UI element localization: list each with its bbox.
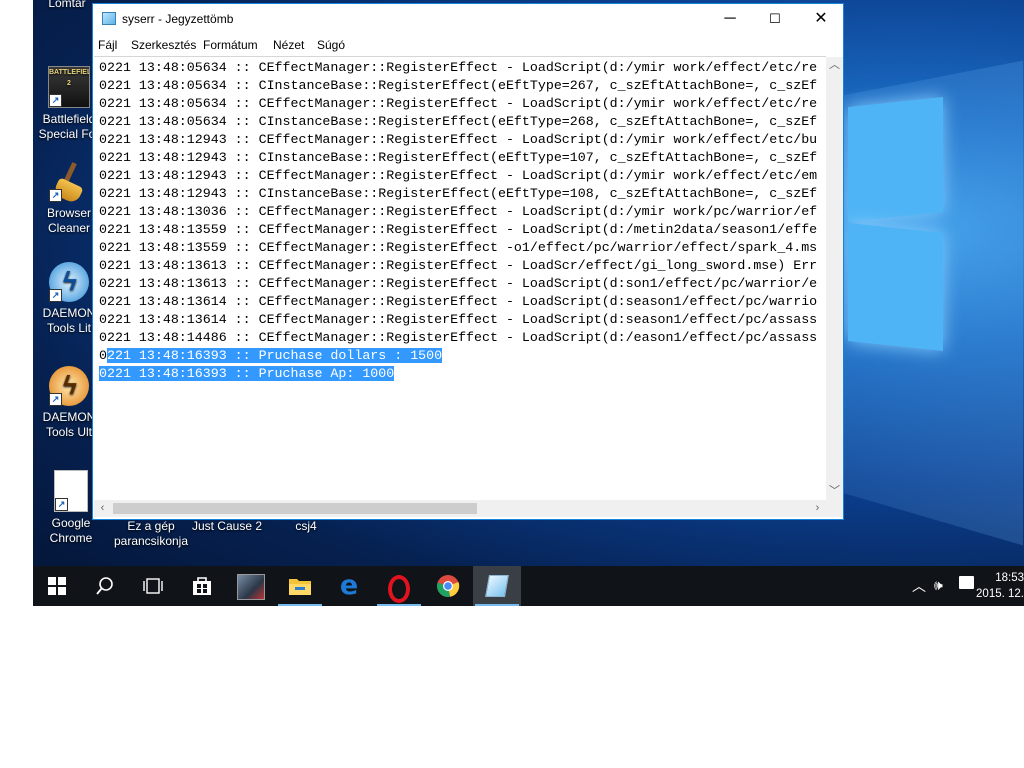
taskbar-metin2[interactable] (227, 566, 275, 606)
horizontal-scrollbar[interactable]: ‹ › (94, 500, 826, 517)
search-button[interactable] (81, 566, 129, 606)
desktop-icon-label: Ez a gép (127, 519, 175, 533)
opera-icon (388, 575, 410, 603)
log-line: 0221 13:48:12943 :: CInstanceBase::Regis… (99, 186, 818, 201)
chevron-up-icon[interactable]: ︿ (912, 576, 926, 596)
window-title: syserr - Jegyzettömb (122, 12, 234, 26)
store-icon (193, 577, 211, 595)
clock[interactable]: 18:53 2015. 12. (972, 570, 1024, 602)
edge-icon: e (339, 570, 359, 601)
taskbar-notepad[interactable] (473, 566, 521, 606)
log-line: 0221 13:48:13613 :: CEffectManager::Regi… (99, 258, 818, 273)
taskbar-edge[interactable]: e (325, 566, 373, 606)
desktop-icon-label: Just Cause 2 (191, 519, 263, 533)
speaker-icon[interactable]: 🕪 (934, 577, 943, 594)
scroll-right-icon[interactable]: › (809, 500, 826, 517)
running-indicator (278, 604, 322, 606)
taskbar: e ︿ 🕪 18:53 2015. 12. (33, 566, 1024, 606)
log-line: 0221 13:48:05634 :: CEffectManager::Regi… (99, 96, 818, 111)
desktop-icon-label: csj4 (295, 519, 317, 533)
notepad-app-icon[interactable] (102, 12, 116, 25)
log-line-prefix: 0 (99, 348, 107, 363)
log-line: 0221 13:48:14486 :: CEffectManager::Regi… (99, 330, 818, 345)
folder-icon (289, 579, 311, 595)
vertical-scrollbar[interactable]: ︿ ﹀ (826, 57, 843, 500)
clock-time: 18:53 (995, 572, 1024, 584)
wallpaper-logo-pane (848, 223, 943, 351)
log-line: 0221 13:48:05634 :: CInstanceBase::Regis… (99, 114, 818, 129)
log-lines: 0221 13:48:05634 :: CEffectManager::Regi… (99, 59, 817, 383)
log-line: 0221 13:48:12943 :: CEffectManager::Regi… (99, 132, 818, 147)
metin2-icon (237, 574, 265, 600)
taskbar-file-explorer[interactable] (276, 566, 324, 606)
desktop-icon-csj4[interactable]: csj4 (268, 519, 344, 534)
log-line: 0221 13:48:13036 :: CEffectManager::Regi… (99, 204, 818, 219)
file-icon: ↗ (54, 470, 88, 512)
shortcut-arrow-icon: ↗ (49, 393, 62, 406)
desktop-icon-this-pc[interactable]: Ez a gép parancsikonja (111, 519, 191, 549)
notepad-window: syserr - Jegyzettömb ─ ☐ ✕ Fájl Szerkesz… (92, 3, 844, 520)
taskbar-chrome[interactable] (424, 566, 472, 606)
title-bar[interactable]: syserr - Jegyzettömb ─ ☐ ✕ (93, 4, 843, 34)
battlefield-icon: BATTLEFIELD 2 ↗ (48, 66, 90, 108)
horizontal-scroll-thumb[interactable] (113, 503, 477, 514)
close-button[interactable]: ✕ (798, 4, 844, 34)
running-indicator (475, 604, 519, 606)
text-editor[interactable]: 0221 13:48:05634 :: CEffectManager::Regi… (94, 56, 826, 501)
daemon-tools-ultra-icon: ϟ ↗ (49, 366, 89, 406)
search-icon (96, 577, 113, 595)
desktop-icon-label-2: Chrome (49, 531, 93, 545)
windows-logo-icon (48, 577, 66, 595)
taskbar-opera[interactable] (375, 566, 423, 606)
shortcut-arrow-icon: ↗ (49, 94, 62, 107)
minimize-button[interactable]: ─ (707, 4, 753, 34)
task-view-button[interactable] (129, 566, 177, 606)
menu-edit[interactable]: Szerkesztés (131, 38, 196, 52)
shortcut-arrow-icon: ↗ (49, 189, 62, 202)
desktop-icon-just-cause-2[interactable]: Just Cause 2 (189, 519, 265, 534)
daemon-tools-lite-icon: ϟ ↗ (49, 262, 89, 302)
notepad-icon (485, 575, 509, 597)
menu-bar: Fájl Szerkesztés Formátum Nézet Súgó (93, 34, 843, 56)
menu-help[interactable]: Súgó (317, 38, 345, 52)
system-tray: ︿ 🕪 18:53 2015. 12. (904, 566, 1024, 606)
battlefield-badge-text: BATTLEFIELD 2 (49, 69, 89, 87)
taskbar-store[interactable] (178, 566, 226, 606)
log-line: 0221 13:48:05634 :: CInstanceBase::Regis… (99, 78, 818, 93)
wallpaper-logo-pane (848, 97, 943, 222)
scroll-left-icon[interactable]: ‹ (94, 500, 111, 517)
shortcut-arrow-icon: ↗ (55, 498, 68, 511)
shortcut-arrow-icon: ↗ (49, 289, 62, 302)
scroll-down-icon[interactable]: ﹀ (826, 483, 843, 500)
running-indicator (377, 604, 421, 606)
selected-text: 0221 13:48:16393 :: Pruchase Ap: 1000 (99, 366, 395, 381)
log-line: 0221 13:48:12943 :: CEffectManager::Regi… (99, 168, 818, 183)
desktop-icon-label-2: parancsikonja (113, 534, 189, 548)
start-button[interactable] (33, 566, 81, 606)
clock-date: 2015. 12. (976, 588, 1024, 600)
task-view-icon (143, 578, 163, 594)
scroll-up-icon[interactable]: ︿ (826, 57, 843, 74)
scrollbar-corner (826, 500, 843, 517)
log-line: 0221 13:48:13559 :: CEffectManager::Regi… (99, 222, 818, 237)
maximize-button[interactable]: ☐ (752, 4, 798, 34)
log-line: 0221 13:48:13559 :: CEffectManager::Regi… (99, 240, 818, 255)
log-line-selected: 0221 13:48:16393 :: Pruchase dollars : 1… (99, 347, 817, 365)
selected-text: 221 13:48:16393 :: Pruchase dollars : 15… (106, 348, 443, 363)
log-line-selected: 0221 13:48:16393 :: Pruchase Ap: 1000 (99, 365, 817, 383)
log-line: 0221 13:48:13614 :: CEffectManager::Regi… (99, 294, 818, 309)
log-line: 0221 13:48:13614 :: CEffectManager::Regi… (99, 312, 818, 327)
log-line: 0221 13:48:13613 :: CEffectManager::Regi… (99, 276, 818, 291)
menu-format[interactable]: Formátum (203, 38, 258, 52)
menu-file[interactable]: Fájl (98, 38, 117, 52)
chrome-icon (437, 575, 460, 597)
menu-view[interactable]: Nézet (273, 38, 304, 52)
broom-icon: ↗ (49, 162, 89, 205)
log-line: 0221 13:48:05634 :: CEffectManager::Regi… (99, 60, 818, 75)
log-line: 0221 13:48:12943 :: CInstanceBase::Regis… (99, 150, 818, 165)
